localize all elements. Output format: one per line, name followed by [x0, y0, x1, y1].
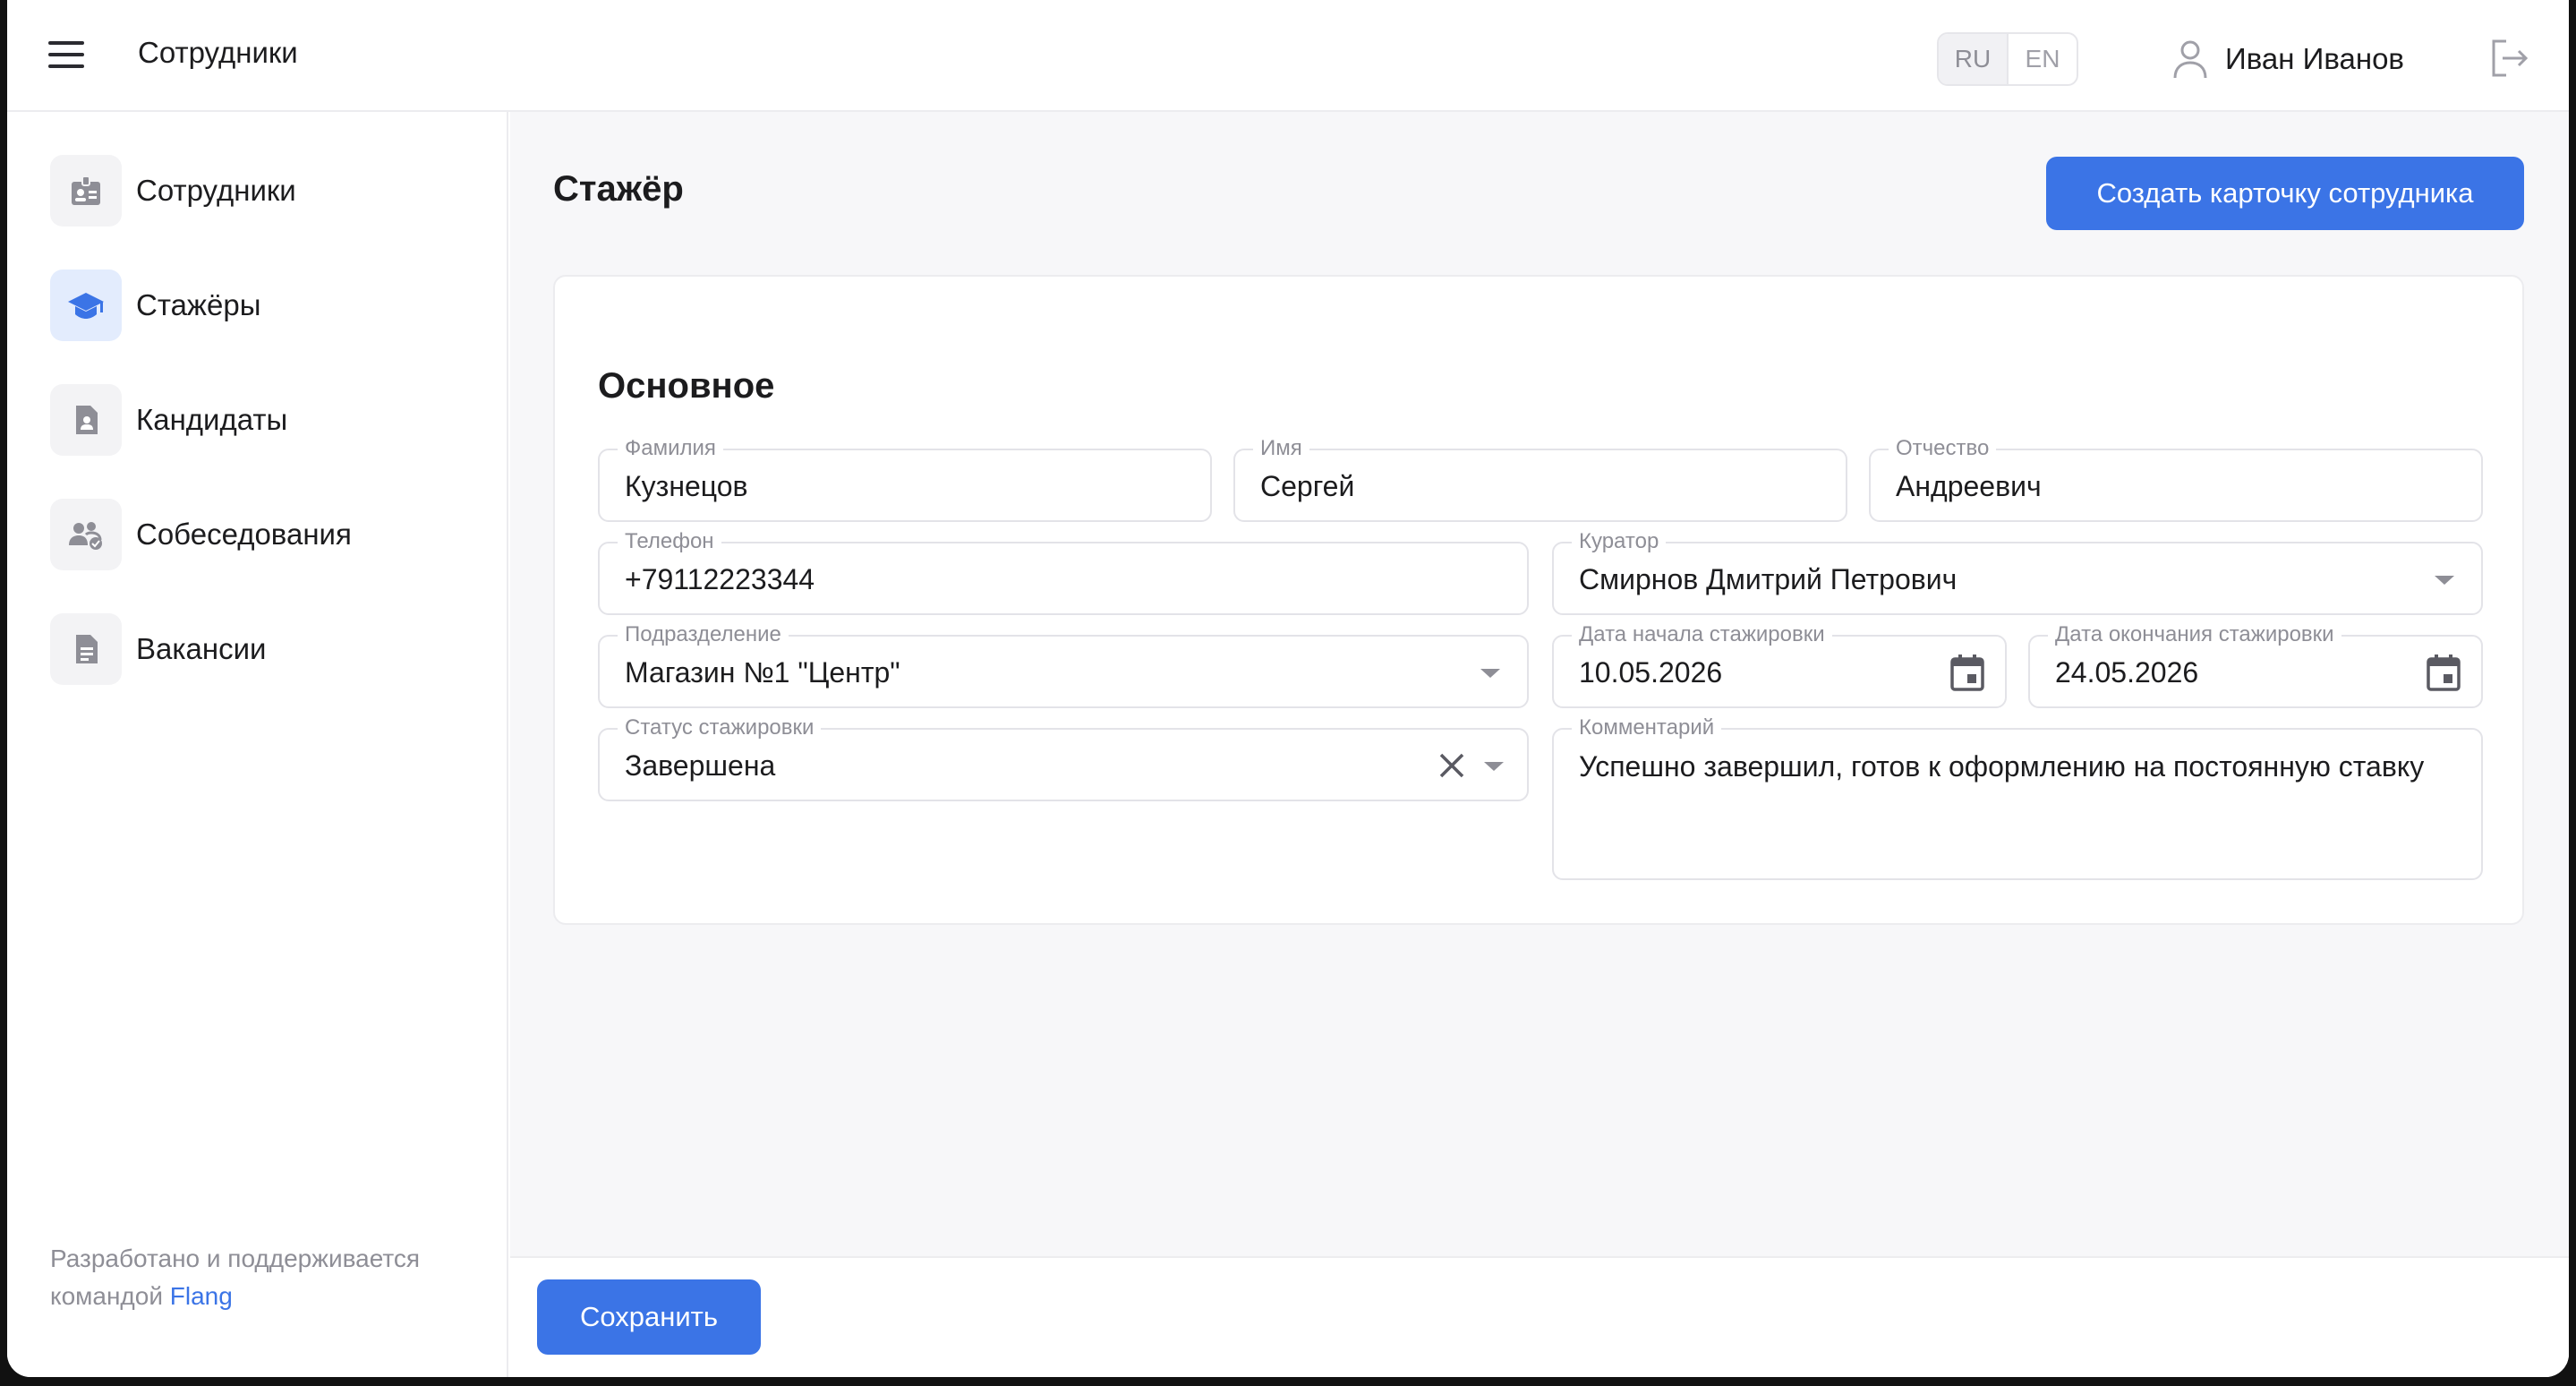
field-value: Магазин №1 "Центр" [625, 656, 900, 689]
logout-icon[interactable] [2486, 36, 2531, 81]
app-title: Сотрудники [138, 36, 298, 69]
footer-link[interactable]: Flang [170, 1282, 233, 1310]
field-label: Телефон [618, 529, 721, 554]
field-value: Смирнов Дмитрий Петрович [1579, 563, 1958, 595]
chevron-down-icon[interactable] [1484, 762, 1504, 771]
field-label: Фамилия [618, 436, 723, 461]
field-value: Сергей [1260, 470, 1355, 502]
field-value: Успешно завершил, готов к оформлению на … [1579, 750, 2425, 783]
section-title: Основное [598, 366, 775, 406]
sidebar-item-label: Стажёры [136, 288, 261, 321]
app-window: Сотрудники RU EN Иван Иванов Сотрудники … [7, 0, 2569, 1377]
sidebar: Сотрудники Стажёры Кандидаты Собеседован… [7, 112, 508, 1377]
sidebar-item-label: Вакансии [136, 632, 267, 665]
field-value: 24.05.2026 [2055, 656, 2199, 689]
department-select[interactable]: Подразделение Магазин №1 "Центр" [598, 622, 1529, 708]
sidebar-item-label: Собеседования [136, 518, 352, 551]
sidebar-item-label: Кандидаты [136, 403, 288, 436]
comment-textarea[interactable]: Комментарий Успешно завершил, готов к оф… [1552, 715, 2483, 880]
field-value: Завершена [625, 749, 776, 782]
save-button[interactable]: Сохранить [537, 1279, 761, 1355]
field-label: Статус стажировки [618, 715, 822, 740]
field-label: Дата окончания стажировки [2048, 622, 2341, 647]
field-label: Куратор [1572, 529, 1667, 554]
field-value: +79112223344 [625, 563, 815, 595]
field-label: Комментарий [1572, 715, 1722, 740]
page-title: Стажёр [553, 169, 684, 209]
main-content: Стажёр Создать карточку сотрудника Основ… [510, 112, 2569, 1377]
sidebar-item-candidates[interactable]: Кандидаты [50, 384, 287, 456]
end-date-field[interactable]: Дата окончания стажировки 24.05.2026 [2028, 622, 2483, 708]
phone-field[interactable]: Телефон +79112223344 [598, 529, 1529, 615]
field-value: Андреевич [1896, 470, 2042, 502]
badge-icon [50, 155, 122, 227]
patronymic-field[interactable]: Отчество Андреевич [1869, 436, 2483, 522]
document-icon [50, 613, 122, 685]
footer-note: Разработано и поддерживается командой Fl… [50, 1240, 480, 1315]
start-date-field[interactable]: Дата начала стажировки 10.05.2026 [1552, 622, 2007, 708]
sidebar-item-employees[interactable]: Сотрудники [50, 155, 296, 227]
chevron-down-icon[interactable] [2435, 576, 2454, 585]
chevron-down-icon[interactable] [1480, 669, 1500, 678]
people-chat-icon [50, 499, 122, 570]
status-select[interactable]: Статус стажировки Завершена [598, 715, 1529, 801]
calendar-icon[interactable] [2426, 653, 2461, 692]
intern-form-card: Основное Фамилия Кузнецов Имя Сергей Отч… [553, 275, 2524, 925]
lang-ru-button[interactable]: RU [1939, 34, 2009, 84]
create-employee-card-button[interactable]: Создать карточку сотрудника [2046, 157, 2524, 230]
language-switcher: RU EN [1937, 32, 2078, 86]
curator-select[interactable]: Куратор Смирнов Дмитрий Петрович [1552, 529, 2483, 615]
graduation-cap-icon [50, 270, 122, 341]
calendar-icon[interactable] [1949, 653, 1985, 692]
sidebar-item-interviews[interactable]: Собеседования [50, 499, 352, 570]
field-label: Имя [1253, 436, 1309, 461]
field-label: Отчество [1889, 436, 1997, 461]
field-value: 10.05.2026 [1579, 656, 1723, 689]
hamburger-menu-icon[interactable] [48, 41, 84, 72]
field-label: Подразделение [618, 622, 789, 647]
lang-en-button[interactable]: EN [2009, 34, 2077, 84]
bottom-action-bar: Сохранить [510, 1256, 2569, 1377]
first-name-field[interactable]: Имя Сергей [1233, 436, 1847, 522]
top-header: Сотрудники RU EN Иван Иванов [7, 0, 2569, 112]
user-icon [2173, 40, 2207, 79]
footer-text: Разработано и поддерживается командой [50, 1245, 421, 1310]
user-menu[interactable]: Иван Иванов [2171, 32, 2404, 86]
last-name-field[interactable]: Фамилия Кузнецов [598, 436, 1212, 522]
field-value: Кузнецов [625, 470, 748, 502]
user-name: Иван Иванов [2225, 42, 2404, 75]
sidebar-item-label: Сотрудники [136, 174, 296, 207]
person-document-icon [50, 384, 122, 456]
sidebar-item-vacancies[interactable]: Вакансии [50, 613, 266, 685]
clear-icon[interactable] [1436, 749, 1468, 782]
field-label: Дата начала стажировки [1572, 622, 1832, 647]
sidebar-item-interns[interactable]: Стажёры [50, 270, 260, 341]
